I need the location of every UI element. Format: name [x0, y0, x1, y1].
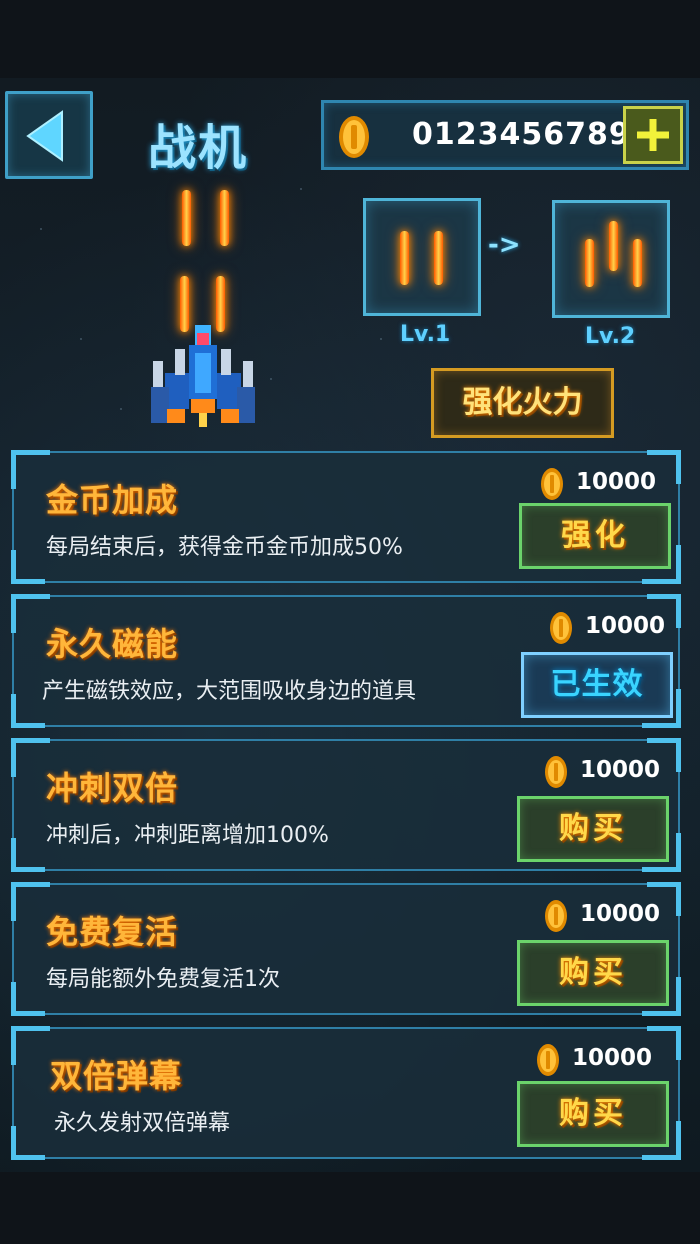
add-coins-button[interactable] [623, 106, 683, 164]
perk-description: 每局能额外免费复活1次 [46, 967, 280, 992]
fighter-jet-icon [151, 325, 255, 427]
perk-price-amount: 10000 [580, 757, 661, 783]
perk-upgrade-button[interactable]: 强化 [519, 503, 671, 569]
perk-card: 金币加成 每局结束后，获得金币金币加成50% 10000 强化 [11, 450, 681, 584]
coin-icon [541, 468, 563, 500]
weapon-level-2-preview [552, 200, 670, 318]
perk-card: 永久磁能 产生磁铁效应，大范围吸收身边的道具 10000 已生效 [11, 594, 681, 728]
perk-card: 冲刺双倍 冲刺后，冲刺距离增加100% 10000 购买 [11, 738, 681, 872]
perk-title: 金币加成 [46, 481, 179, 519]
back-arrow-icon [26, 110, 63, 162]
level-arrow: -> [488, 230, 521, 260]
perk-price-amount: 10000 [572, 1045, 653, 1071]
perk-buy-button[interactable]: 购买 [517, 796, 669, 862]
level-next-label: Lv.2 [585, 324, 636, 349]
perk-description: 冲刺后，冲刺距离增加100% [46, 823, 329, 848]
game-screen: 战机 0123456789 Lv.1 -> Lv.2 强化火力 金币加成 每局结… [0, 78, 700, 1172]
perk-title: 双倍弹幕 [50, 1057, 183, 1095]
perk-description: 产生磁铁效应，大范围吸收身边的道具 [42, 679, 417, 704]
coin-balance: 0123456789 [412, 117, 631, 152]
coin-icon [339, 116, 369, 158]
perk-card: 双倍弹幕 永久发射双倍弹幕 10000 购买 [11, 1026, 681, 1160]
bullet [182, 190, 191, 246]
upgrade-firepower-button[interactable]: 强化火力 [431, 368, 614, 438]
perk-card: 免费复活 每局能额外免费复活1次 10000 购买 [11, 882, 681, 1016]
bullet [220, 190, 229, 246]
perk-buy-button[interactable]: 购买 [517, 1081, 669, 1147]
level-current-label: Lv.1 [400, 322, 451, 347]
perk-title: 冲刺双倍 [46, 769, 179, 807]
weapon-level-1-preview [363, 198, 481, 316]
perk-price-amount: 10000 [580, 901, 661, 927]
page-title: 战机 [148, 120, 249, 176]
coin-icon [537, 1044, 559, 1076]
coin-balance-bar: 0123456789 [321, 100, 689, 170]
coin-icon [550, 612, 572, 644]
coin-icon [545, 756, 567, 788]
perk-description: 每局结束后，获得金币金币加成50% [46, 535, 403, 560]
perk-buy-button[interactable]: 购买 [517, 940, 669, 1006]
perk-title: 永久磁能 [46, 625, 179, 663]
perk-price-amount: 10000 [585, 613, 666, 639]
perk-title: 免费复活 [46, 913, 179, 951]
perk-active-status-button[interactable]: 已生效 [521, 652, 673, 718]
back-button[interactable] [5, 91, 93, 179]
perk-price-amount: 10000 [576, 469, 657, 495]
perk-description: 永久发射双倍弹幕 [54, 1111, 231, 1136]
coin-icon [545, 900, 567, 932]
